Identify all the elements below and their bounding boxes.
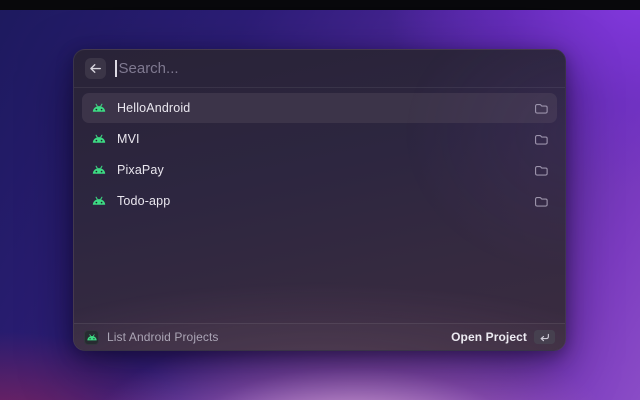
arrow-left-icon: [89, 63, 102, 74]
list-item-pixapay[interactable]: PixaPay: [82, 155, 557, 185]
project-list: HelloAndroid MVI PixaPay: [74, 88, 565, 217]
open-project-button[interactable]: Open Project: [451, 330, 555, 344]
search-bar: [74, 50, 565, 88]
android-icon: [86, 334, 98, 341]
android-icon: [91, 134, 107, 144]
folder-icon: [534, 164, 548, 177]
list-item-mvi[interactable]: MVI: [82, 124, 557, 154]
folder-icon: [534, 102, 548, 115]
empty-results-area: [74, 217, 565, 323]
footer-bar: List Android Projects Open Project: [74, 323, 565, 350]
folder-icon: [534, 133, 548, 146]
project-name: HelloAndroid: [117, 101, 190, 115]
folder-icon: [534, 195, 548, 208]
list-item-todo-app[interactable]: Todo-app: [82, 186, 557, 216]
extension-badge: [84, 330, 99, 345]
project-name: PixaPay: [117, 163, 164, 177]
project-name: MVI: [117, 132, 140, 146]
return-key-icon: [534, 330, 555, 344]
list-item-helloandroid[interactable]: HelloAndroid: [82, 93, 557, 123]
android-icon: [91, 196, 107, 206]
open-project-label: Open Project: [451, 330, 527, 344]
macos-menu-bar: [0, 0, 640, 10]
launcher-window: HelloAndroid MVI PixaPay: [73, 49, 566, 351]
extension-name: List Android Projects: [107, 330, 219, 344]
text-cursor: [115, 60, 117, 77]
back-button[interactable]: [85, 58, 106, 79]
project-name: Todo-app: [117, 194, 170, 208]
android-icon: [91, 103, 107, 113]
search-input[interactable]: [119, 60, 555, 77]
android-icon: [91, 165, 107, 175]
